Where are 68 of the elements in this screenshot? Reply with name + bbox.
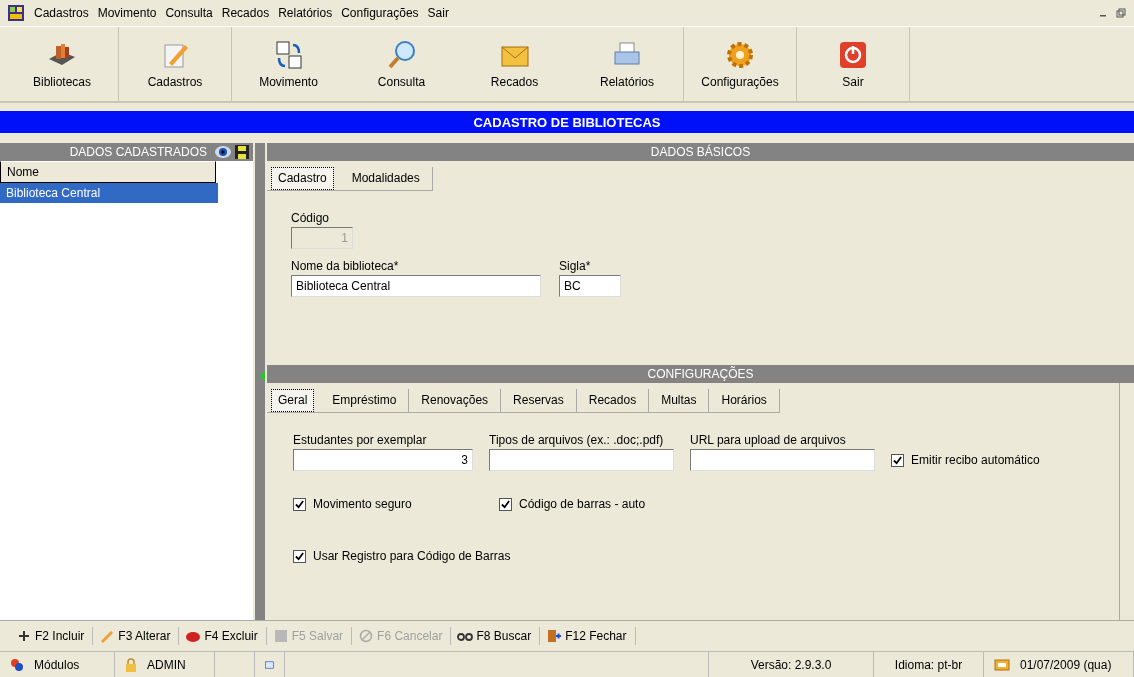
acronym-field[interactable]: BC xyxy=(559,275,621,297)
checkbox[interactable] xyxy=(499,497,512,511)
checkmark-icon xyxy=(295,499,304,509)
menu-item[interactable]: Recados xyxy=(221,6,270,20)
modules-icon xyxy=(10,657,24,672)
status-text: 01/07/2009 (qua) xyxy=(1020,657,1112,672)
checkmark-icon xyxy=(295,551,304,561)
checkbox-label: Usar Registro para Código de Barras xyxy=(313,549,511,563)
calendar-icon xyxy=(994,658,1010,671)
checkbox[interactable] xyxy=(293,549,306,563)
action-button[interactable]: F3 Alterar xyxy=(97,627,180,645)
action-button[interactable]: F4 Excluir xyxy=(183,627,267,645)
action-button[interactable]: F2 Incluir xyxy=(14,627,94,645)
checkmark-icon xyxy=(893,455,902,465)
screen-title: CADASTRO DE BIBLIOTECAS xyxy=(0,111,1134,133)
window-icon xyxy=(265,658,274,671)
checkmark-icon xyxy=(501,499,510,509)
field-label: URL para upload de arquivos xyxy=(690,433,847,447)
tab[interactable]: Reservas xyxy=(501,389,577,412)
field-label: Código xyxy=(291,211,331,225)
menu-item[interactable]: Movimento xyxy=(97,6,157,20)
text-field[interactable]: 3 xyxy=(293,449,473,471)
tab[interactable]: Cadastro xyxy=(271,167,334,190)
checkbox-label: Código de barras - auto xyxy=(519,497,646,511)
tab[interactable]: Horários xyxy=(709,389,780,412)
text-field[interactable] xyxy=(489,449,674,471)
checkbox[interactable] xyxy=(891,453,904,467)
tab[interactable]: Multas xyxy=(649,389,710,412)
column-header[interactable]: Nome xyxy=(0,161,216,183)
panel-title: DADOS CADASTRADOS xyxy=(69,145,207,159)
tab[interactable]: Geral xyxy=(271,389,315,412)
status-text: Módulos xyxy=(34,657,80,672)
tab[interactable]: Modalidades xyxy=(339,167,433,190)
tab[interactable]: Renovações xyxy=(409,389,502,412)
menu-item[interactable]: Configurações xyxy=(341,6,419,20)
checkbox[interactable] xyxy=(293,497,306,511)
checkbox-label: Emitir recibo automático xyxy=(911,453,1040,467)
app-logo-icon xyxy=(8,5,24,21)
plus-icon xyxy=(16,629,32,643)
menu-item[interactable]: Cadastros xyxy=(34,6,89,20)
gear-icon xyxy=(724,39,756,71)
status-text: ADMIN xyxy=(147,657,186,672)
restore-icon[interactable] xyxy=(1116,8,1126,18)
menu-item[interactable]: Consulta xyxy=(165,6,213,20)
lock-icon xyxy=(125,657,137,672)
menu-item[interactable]: Sair xyxy=(427,6,449,20)
exit-door-icon xyxy=(546,629,563,643)
status-text: Idioma: pt-br xyxy=(894,657,963,672)
text-field[interactable] xyxy=(690,449,875,471)
field-label: Sigla* xyxy=(559,259,592,273)
list-row[interactable]: Biblioteca Central xyxy=(0,183,218,203)
tab[interactable]: Recados xyxy=(576,389,650,412)
pencil-icon xyxy=(99,629,116,643)
eye-icon[interactable] xyxy=(214,145,232,159)
action-button[interactable]: F12 Fechar xyxy=(544,627,636,645)
action-button[interactable]: F8 Buscar xyxy=(455,627,541,645)
status-text: Versão: 2.9.3.0 xyxy=(750,657,832,672)
section-title: CONFIGURAÇÕES xyxy=(267,365,1134,383)
tab[interactable]: Empréstimo xyxy=(320,389,410,412)
field-label: Nome da biblioteca* xyxy=(291,259,400,273)
power-icon xyxy=(837,39,869,71)
menu-item[interactable]: Relatórios xyxy=(278,6,333,20)
field-label: Estudantes por exemplar xyxy=(293,433,428,447)
field-label: Tipos de arquivos (ex.: .doc;.pdf) xyxy=(489,433,665,447)
name-field[interactable]: Biblioteca Central xyxy=(291,275,541,297)
cancel-icon xyxy=(358,629,375,643)
section-title: DADOS BÁSICOS xyxy=(267,143,1134,161)
checkbox-label: Movimento seguro xyxy=(313,497,412,511)
